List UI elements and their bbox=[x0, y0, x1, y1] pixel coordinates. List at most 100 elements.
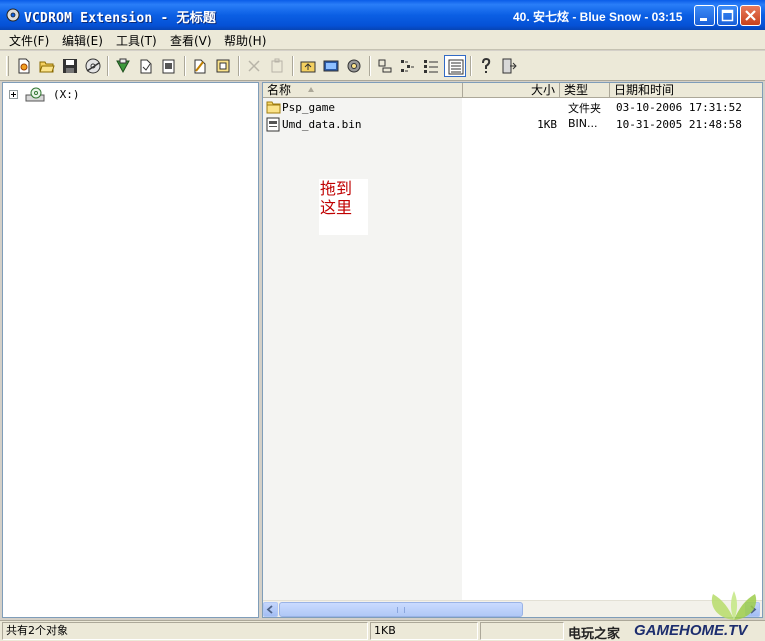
watermark: 电玩之家 GAMEHOME.TV bbox=[566, 620, 765, 641]
menu-help[interactable]: 帮助(H) bbox=[224, 32, 266, 49]
menu-view[interactable]: 查看(V) bbox=[170, 32, 212, 49]
horizontal-scrollbar[interactable] bbox=[263, 600, 762, 617]
toolbar-separator bbox=[238, 56, 240, 76]
save-icon bbox=[63, 59, 77, 73]
extract-button[interactable] bbox=[158, 55, 180, 77]
maximize-icon bbox=[721, 9, 734, 22]
details-view-icon bbox=[448, 59, 464, 75]
sort-ascending-icon bbox=[308, 87, 314, 92]
sorted-column-highlight bbox=[263, 98, 462, 600]
toolbar-separator bbox=[470, 56, 472, 76]
scroll-left-button[interactable] bbox=[263, 602, 278, 617]
paste-button[interactable] bbox=[266, 55, 288, 77]
list-item[interactable]: Umd_data.bin 1KB BIN... 10-31-2005 21:48… bbox=[263, 116, 762, 133]
new-document-icon bbox=[18, 58, 30, 74]
settings-button[interactable] bbox=[343, 55, 365, 77]
title-bar[interactable]: VCDROM Extension - 无标题 40. 安七炫 - Blue Sn… bbox=[0, 0, 765, 30]
add-files-button[interactable] bbox=[112, 55, 134, 77]
add-folder-button[interactable] bbox=[135, 55, 157, 77]
image-info-button[interactable] bbox=[320, 55, 342, 77]
new-button[interactable] bbox=[13, 55, 35, 77]
column-header-type[interactable]: 类型 bbox=[560, 83, 610, 98]
close-icon bbox=[745, 10, 756, 21]
delete-icon bbox=[248, 60, 260, 72]
status-object-count: 共有2个对象 bbox=[2, 622, 368, 640]
menu-bar: 文件(F) 编辑(E) 工具(T) 查看(V) 帮助(H) bbox=[0, 30, 765, 50]
app-disc-icon bbox=[6, 8, 20, 22]
status-empty-cell bbox=[480, 622, 564, 640]
cd-drive-icon bbox=[25, 87, 45, 102]
toolbar bbox=[0, 51, 765, 81]
properties-icon bbox=[216, 59, 230, 73]
toolbar-separator bbox=[292, 56, 294, 76]
drag-hint-line: 这里 bbox=[320, 198, 353, 217]
extract-icon bbox=[162, 59, 175, 74]
add-files-icon bbox=[116, 58, 130, 74]
save-button[interactable] bbox=[59, 55, 81, 77]
column-header-label: 类型 bbox=[564, 83, 589, 97]
rename-icon bbox=[194, 59, 206, 74]
up-folder-button[interactable] bbox=[297, 55, 319, 77]
file-icon bbox=[266, 117, 280, 132]
settings-icon bbox=[347, 59, 361, 73]
menu-tools[interactable]: 工具(T) bbox=[116, 32, 157, 49]
rename-button[interactable] bbox=[189, 55, 211, 77]
maximize-button[interactable] bbox=[717, 5, 738, 26]
help-icon bbox=[482, 58, 491, 73]
item-size: 1KB bbox=[537, 118, 557, 131]
list-view-icon bbox=[424, 60, 438, 73]
burn-disc-icon bbox=[85, 58, 101, 74]
properties-button[interactable] bbox=[212, 55, 234, 77]
folder-tree-pane[interactable]: (X:) bbox=[2, 82, 259, 618]
expand-icon[interactable] bbox=[9, 90, 18, 99]
open-button[interactable] bbox=[36, 55, 58, 77]
watermark-leaf-icon bbox=[711, 591, 757, 620]
column-header-date[interactable]: 日期和时间 bbox=[610, 83, 762, 98]
window-title: VCDROM Extension - 无标题 bbox=[24, 11, 217, 26]
minimize-icon bbox=[700, 18, 707, 21]
toolbar-separator bbox=[184, 56, 186, 76]
open-folder-icon bbox=[39, 61, 55, 73]
scroll-thumb[interactable] bbox=[279, 602, 523, 617]
small-icons-view-icon bbox=[401, 60, 414, 72]
status-selection-size: 1KB bbox=[370, 622, 478, 640]
minimize-button[interactable] bbox=[694, 5, 715, 26]
column-header-label: 日期和时间 bbox=[614, 83, 675, 97]
drag-here-hint: 拖到 这里 bbox=[319, 179, 368, 235]
tree-item-label: (X:) bbox=[53, 88, 80, 101]
item-date: 03-10-2006 17:31:52 bbox=[616, 101, 742, 114]
add-folder-icon bbox=[140, 59, 152, 74]
item-type: 文件夹 bbox=[568, 102, 601, 115]
list-item[interactable]: Psp_game 文件夹 03-10-2006 17:31:52 bbox=[263, 99, 762, 116]
delete-button[interactable] bbox=[243, 55, 265, 77]
item-name: Umd_data.bin bbox=[282, 118, 362, 131]
details-view-button[interactable] bbox=[444, 55, 466, 77]
large-icons-view-icon bbox=[378, 59, 392, 73]
column-header-label: 大小 bbox=[530, 83, 555, 97]
paste-icon bbox=[271, 58, 283, 73]
image-info-icon bbox=[323, 60, 339, 72]
large-icons-button[interactable] bbox=[374, 55, 396, 77]
help-button[interactable] bbox=[475, 55, 497, 77]
item-date: 10-31-2005 21:48:58 bbox=[616, 118, 742, 131]
scroll-grip bbox=[397, 607, 405, 613]
list-header: 名称 大小 类型 日期和时间 bbox=[263, 83, 762, 98]
column-header-size[interactable]: 大小 bbox=[463, 83, 560, 98]
menu-file[interactable]: 文件(F) bbox=[9, 32, 49, 49]
menu-edit[interactable]: 编辑(E) bbox=[62, 32, 103, 49]
exit-icon bbox=[502, 58, 517, 74]
watermark-cn-text: 电玩之家 bbox=[568, 627, 621, 641]
close-button[interactable] bbox=[740, 5, 761, 26]
column-header-name[interactable]: 名称 bbox=[263, 83, 463, 98]
burn-button[interactable] bbox=[82, 55, 104, 77]
toolbar-separator bbox=[107, 56, 109, 76]
small-icons-button[interactable] bbox=[397, 55, 419, 77]
toolbar-separator bbox=[369, 56, 371, 76]
up-folder-icon bbox=[300, 61, 316, 73]
watermark-en-text: GAMEHOME.TV bbox=[634, 622, 748, 639]
file-list-pane[interactable]: 名称 大小 类型 日期和时间 Psp_game 文件夹 03-10-2006 1… bbox=[262, 82, 763, 618]
toolbar-grip[interactable] bbox=[6, 56, 9, 76]
exit-button[interactable] bbox=[498, 55, 520, 77]
drag-hint-line: 拖到 bbox=[320, 179, 353, 198]
list-view-button[interactable] bbox=[420, 55, 442, 77]
